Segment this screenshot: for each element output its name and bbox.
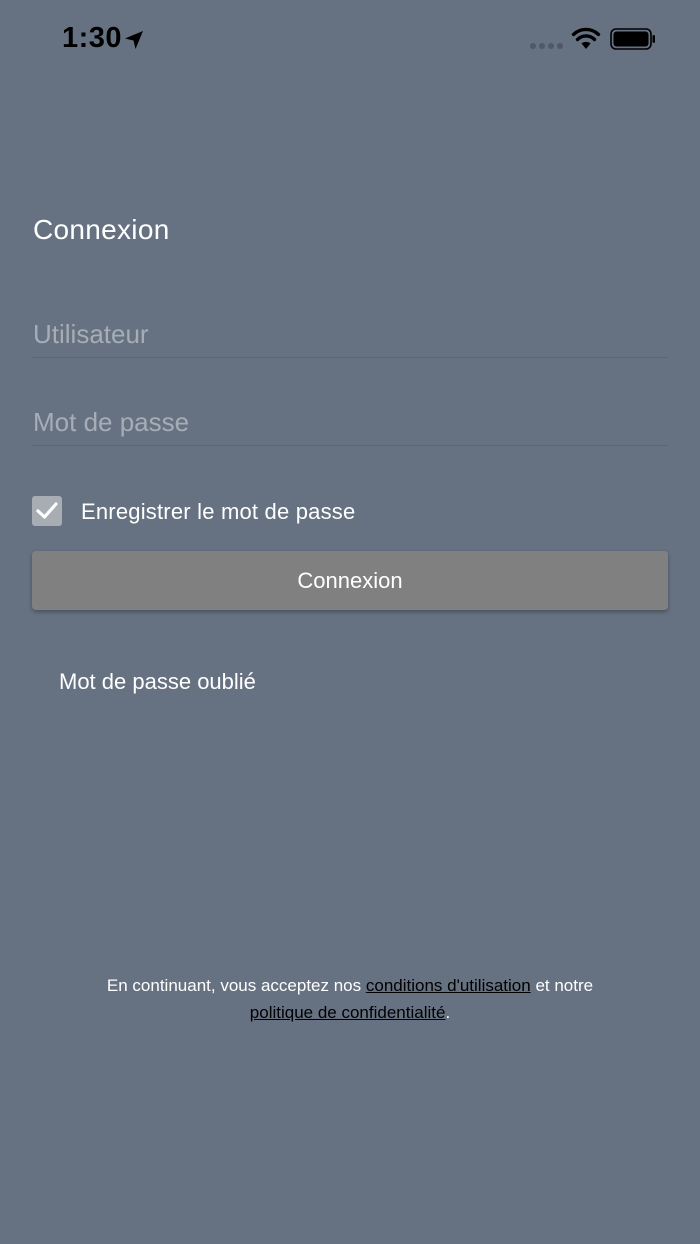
forgot-password-link[interactable]: Mot de passe oublié: [59, 669, 256, 695]
terms-middle: et notre: [530, 976, 594, 995]
terms-notice: En continuant, vous acceptez nos conditi…: [0, 972, 700, 1026]
signal-icon: [530, 43, 563, 49]
checkmark-icon: [36, 502, 58, 519]
login-button[interactable]: Connexion: [32, 551, 668, 610]
terms-suffix: .: [445, 1003, 451, 1022]
location-arrow-icon: [125, 31, 143, 49]
battery-icon: [610, 28, 655, 50]
status-bar: 1:30: [0, 0, 700, 80]
password-field: [32, 399, 668, 446]
wifi-icon: [571, 27, 601, 49]
terms-prefix: En continuant, vous acceptez nos: [106, 976, 366, 995]
username-input[interactable]: [32, 311, 668, 357]
terms-link[interactable]: conditions d'utilisation: [366, 976, 531, 995]
privacy-link[interactable]: politique de confidentialité: [250, 1003, 446, 1022]
status-time: 1:30: [62, 22, 123, 54]
remember-password-label[interactable]: Enregistrer le mot de passe: [81, 499, 355, 525]
page-title: Connexion: [33, 214, 170, 245]
password-input[interactable]: [32, 399, 668, 445]
remember-password-checkbox[interactable]: [32, 496, 62, 526]
username-field: [32, 311, 668, 358]
